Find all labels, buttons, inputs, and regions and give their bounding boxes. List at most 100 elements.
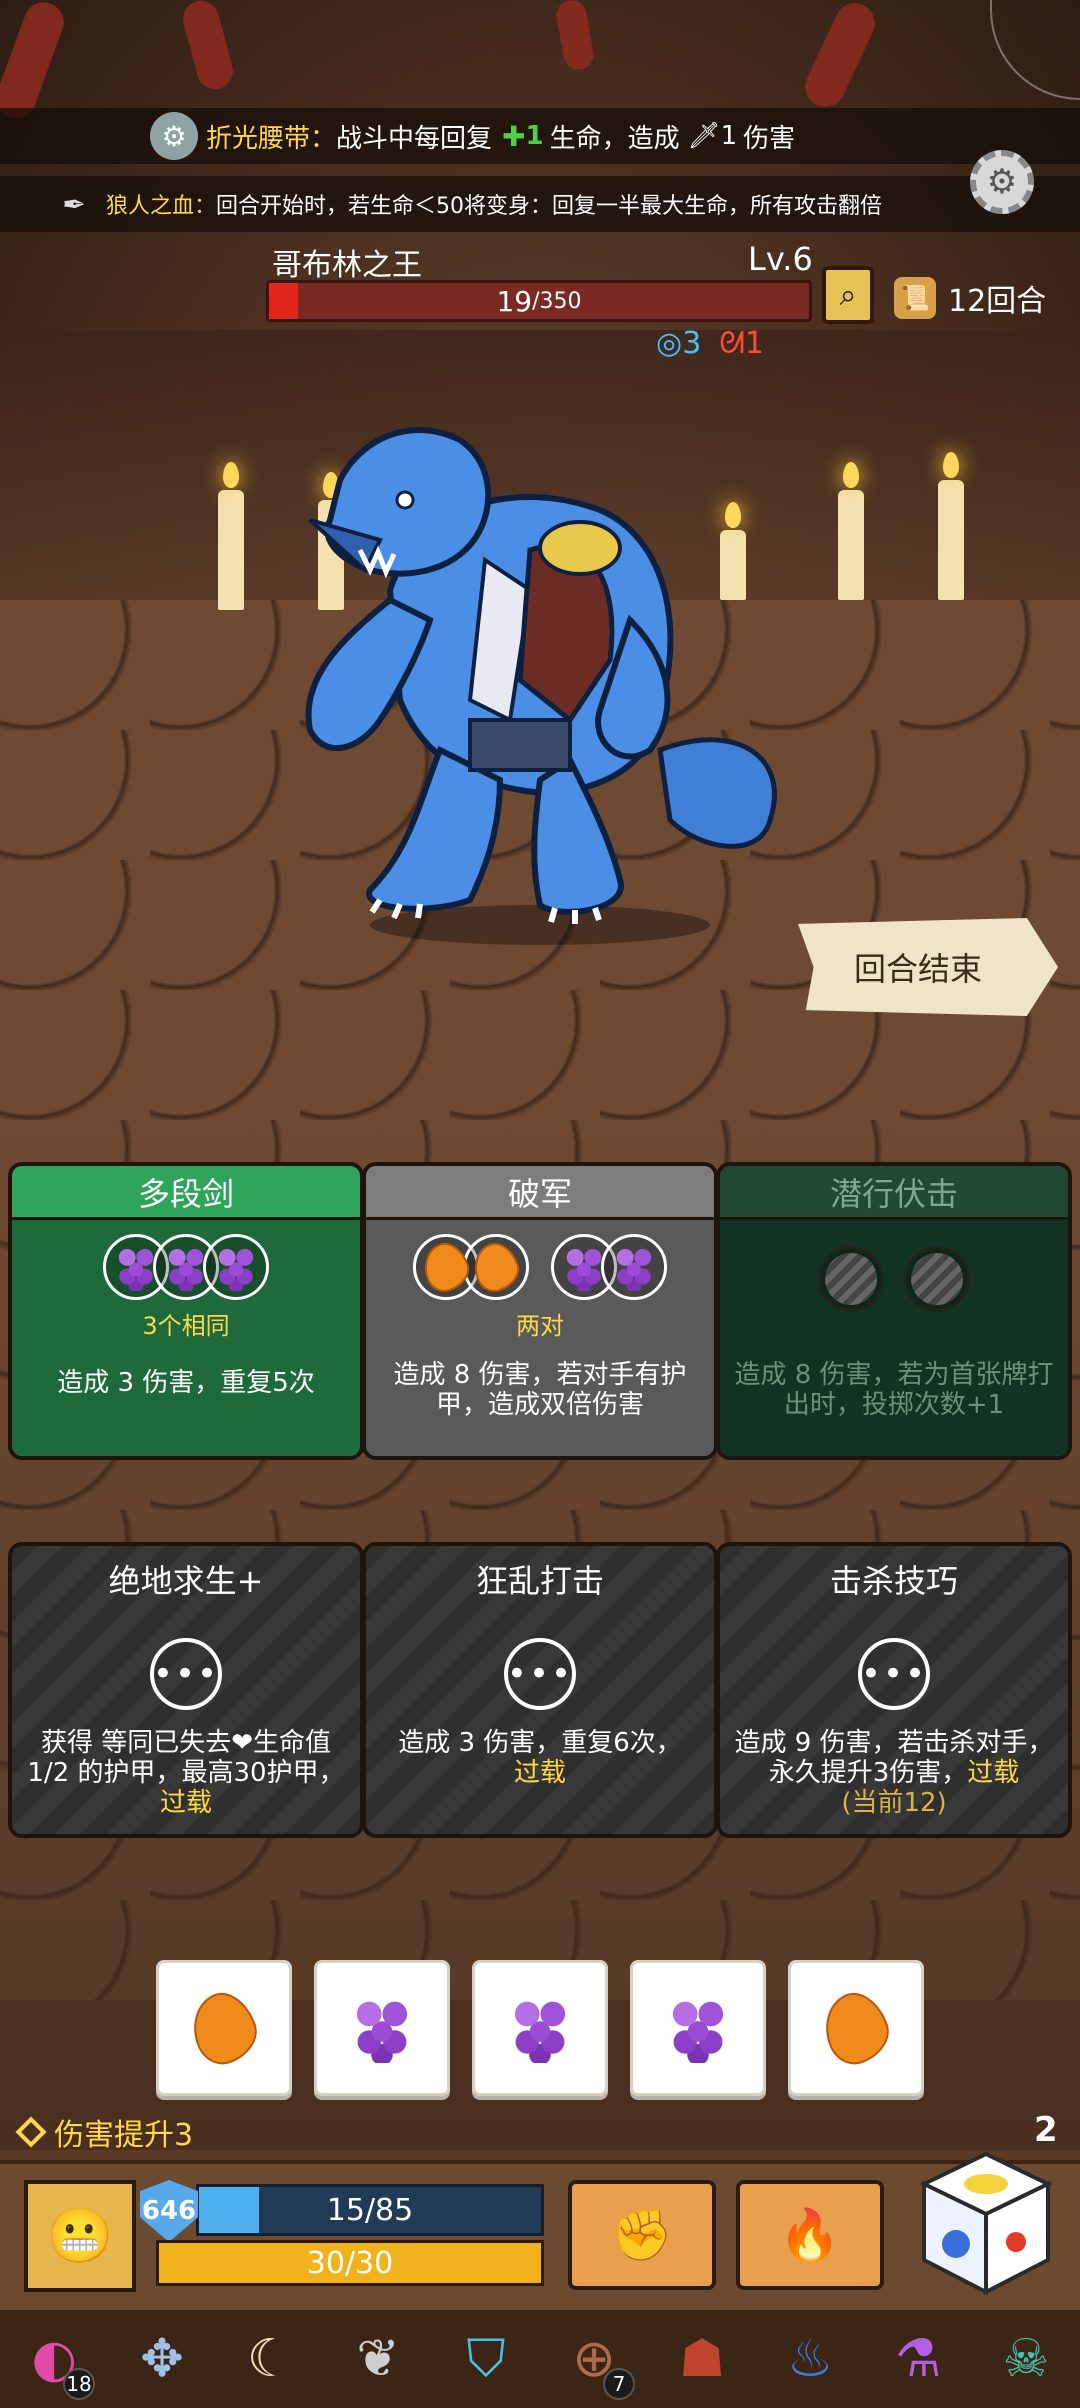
locked-card-survival[interactable]: 绝地求生+ ••• 获得 等同已失去❤生命值1/2 的护甲，最高30护甲，过载 bbox=[8, 1542, 364, 1838]
life-text: 30/30 bbox=[306, 2245, 394, 2281]
card-description: 造成 9 伤害，若击杀对手，永久提升3伤害，过载 (当前12) bbox=[734, 1728, 1054, 1818]
mango-icon bbox=[814, 1984, 898, 2072]
relic-crescent-orb[interactable]: ◐ 18 bbox=[13, 2318, 95, 2400]
relic-potion[interactable]: ⚗ bbox=[877, 2318, 959, 2400]
enemy-level: Lv.6 bbox=[748, 240, 813, 278]
enemy-hp-current: 19 bbox=[496, 284, 533, 318]
card-title: 击杀技巧 bbox=[829, 1562, 958, 1600]
relic-hood[interactable]: ☗ bbox=[661, 2318, 743, 2400]
more-options-icon: ••• bbox=[504, 1638, 576, 1710]
heal-plus-icon: ✚ bbox=[502, 119, 526, 153]
magnifier-icon: ⌕ bbox=[839, 277, 857, 313]
grape-icon bbox=[114, 1243, 158, 1291]
mango-icon bbox=[182, 1984, 266, 2072]
relic-text: 回合开始时，若生命＜50将变身：回复一半最大生命，所有攻击翻倍 bbox=[216, 194, 883, 219]
card-title: 绝地求生+ bbox=[108, 1562, 264, 1600]
dice-slots bbox=[720, 1246, 1068, 1312]
rolls-left: 2 bbox=[1034, 2110, 1058, 2150]
dice-slots bbox=[366, 1234, 714, 1300]
bleed-icon: ᘛ bbox=[719, 326, 745, 361]
enemy-hp-bar: 19 /350 bbox=[266, 280, 812, 322]
relic-button[interactable]: ⊕ 7 bbox=[553, 2318, 635, 2400]
life-bar: 30/30 bbox=[156, 2240, 544, 2286]
hidden-dice-icon bbox=[825, 1253, 877, 1305]
relic-frost-shield[interactable]: ⛉ bbox=[445, 2318, 527, 2400]
wolf-tail bbox=[657, 737, 777, 849]
enemy-hp-max: /350 bbox=[532, 288, 582, 314]
damage-amount: 1 bbox=[720, 121, 738, 151]
card-condition: 两对 bbox=[516, 1312, 564, 1340]
potion-icon: ⚗ bbox=[894, 2329, 942, 2389]
dodge-icon: ◎ bbox=[656, 326, 683, 361]
candle-flame bbox=[943, 452, 959, 478]
relic-demon-mask[interactable]: ☠ bbox=[985, 2318, 1067, 2400]
card-title: 潜行伏击 bbox=[720, 1166, 1068, 1220]
wolf-claw-icon: ✒ bbox=[62, 187, 86, 221]
grape-icon bbox=[562, 1243, 606, 1291]
armor-text: 15/85 bbox=[326, 2192, 414, 2228]
roll-dice-button[interactable] bbox=[916, 2148, 1056, 2298]
relic-claw[interactable]: ☾ bbox=[229, 2318, 311, 2400]
ability-card-multi-sword[interactable]: 多段剑 3个相同 造成 3 伤害，重复5次 bbox=[8, 1162, 364, 1460]
gear-belt-icon: ⚙ bbox=[150, 112, 198, 160]
enemy-info-button[interactable]: ⌕ bbox=[822, 266, 874, 324]
candle bbox=[218, 490, 244, 610]
relic-feather[interactable]: ❦ bbox=[337, 2318, 419, 2400]
turn-counter: 📜 12回合 bbox=[894, 272, 1046, 324]
card-condition: 3个相同 bbox=[142, 1312, 230, 1340]
die-1[interactable] bbox=[156, 1960, 292, 2096]
enemy-status-row[interactable]: ◎3 ᘛ1 bbox=[656, 326, 764, 361]
dodge-status[interactable]: ◎3 bbox=[656, 326, 701, 361]
current-bonus: (当前12) bbox=[841, 1788, 947, 1818]
candle bbox=[838, 490, 864, 600]
relic-blue-flame[interactable]: ♨ bbox=[769, 2318, 851, 2400]
claw-icon: ☾ bbox=[246, 2329, 294, 2389]
relic-row-belt[interactable]: ⚙ 折光腰带： 战斗中每回复 ✚ 1 生命，造成 🗡 1 伤害 bbox=[0, 108, 1080, 164]
skill-button-flame[interactable]: 🔥 bbox=[736, 2180, 884, 2290]
grape-icon bbox=[164, 1243, 208, 1291]
dice-slot bbox=[463, 1234, 529, 1300]
ability-card-ambush[interactable]: 潜行伏击 造成 8 伤害，若为首张牌打出时，投掷次数+1 bbox=[716, 1162, 1072, 1460]
die-5[interactable] bbox=[788, 1960, 924, 2096]
grape-icon bbox=[350, 1993, 414, 2063]
cherry-icon bbox=[1006, 2232, 1026, 2252]
locked-card-frenzy-strike[interactable]: 狂乱打击 ••• 造成 3 伤害，重复6次， 过载 bbox=[362, 1542, 718, 1838]
relic-compass[interactable]: ✥ bbox=[121, 2318, 203, 2400]
relic-row-wolfblood[interactable]: ✒ 狼人之血： 回合开始时，若生命＜50将变身：回复一半最大生命，所有攻击翻倍 bbox=[0, 176, 1080, 232]
sword-icon: 🗡 bbox=[687, 121, 721, 151]
bleed-status[interactable]: ᘛ1 bbox=[719, 326, 764, 361]
heal-amount: 1 bbox=[525, 121, 544, 151]
spiked-fist-icon: ✊ bbox=[610, 2205, 674, 2264]
demon-mask-icon: ☠ bbox=[1002, 2329, 1050, 2389]
armor-value: 646 bbox=[141, 2196, 197, 2226]
dice-slot bbox=[818, 1246, 884, 1312]
werewolf-enemy[interactable] bbox=[270, 420, 810, 950]
settings-gear-icon[interactable]: ⚙ bbox=[970, 150, 1034, 214]
overload-tag: 过载 bbox=[159, 1788, 212, 1818]
die-3[interactable] bbox=[472, 1960, 608, 2096]
skill-button-fist[interactable]: ✊ bbox=[568, 2180, 716, 2290]
relic-text: 伤害 bbox=[743, 123, 796, 154]
relic-badge: 7 bbox=[603, 2368, 635, 2400]
dice-slot bbox=[203, 1234, 269, 1300]
relic-name: 狼人之血： bbox=[106, 194, 217, 219]
locked-card-kill-skill[interactable]: 击杀技巧 ••• 造成 9 伤害，若击杀对手，永久提升3伤害，过载 (当前12) bbox=[716, 1542, 1072, 1838]
end-turn-button[interactable]: 回合结束 bbox=[798, 918, 1058, 1016]
card-title: 破军 bbox=[366, 1166, 714, 1220]
card-title: 多段剑 bbox=[12, 1166, 360, 1220]
grape-icon bbox=[214, 1243, 258, 1291]
dice-slot bbox=[413, 1234, 479, 1300]
card-description: 获得 等同已失去❤生命值1/2 的护甲，最高30护甲，过载 bbox=[27, 1728, 345, 1818]
card-description: 造成 3 伤害，重复6次， 过载 bbox=[398, 1728, 682, 1788]
blue-fruit-icon bbox=[942, 2230, 970, 2258]
die-4[interactable] bbox=[630, 1960, 766, 2096]
wolf-pants bbox=[468, 718, 572, 772]
player-portrait[interactable]: 😬 bbox=[24, 2180, 136, 2292]
dice-slots bbox=[12, 1234, 360, 1300]
ability-card-break-army[interactable]: 破军 两对 造成 8 伤害，若对手有护甲，造成双倍伤害 bbox=[362, 1162, 718, 1460]
hero-face-icon: 😬 bbox=[46, 2204, 114, 2267]
die-2[interactable] bbox=[314, 1960, 450, 2096]
wolf-right-leg bbox=[531, 755, 624, 915]
grape-icon bbox=[612, 1243, 656, 1291]
overload-tag: 过载 bbox=[513, 1758, 566, 1788]
